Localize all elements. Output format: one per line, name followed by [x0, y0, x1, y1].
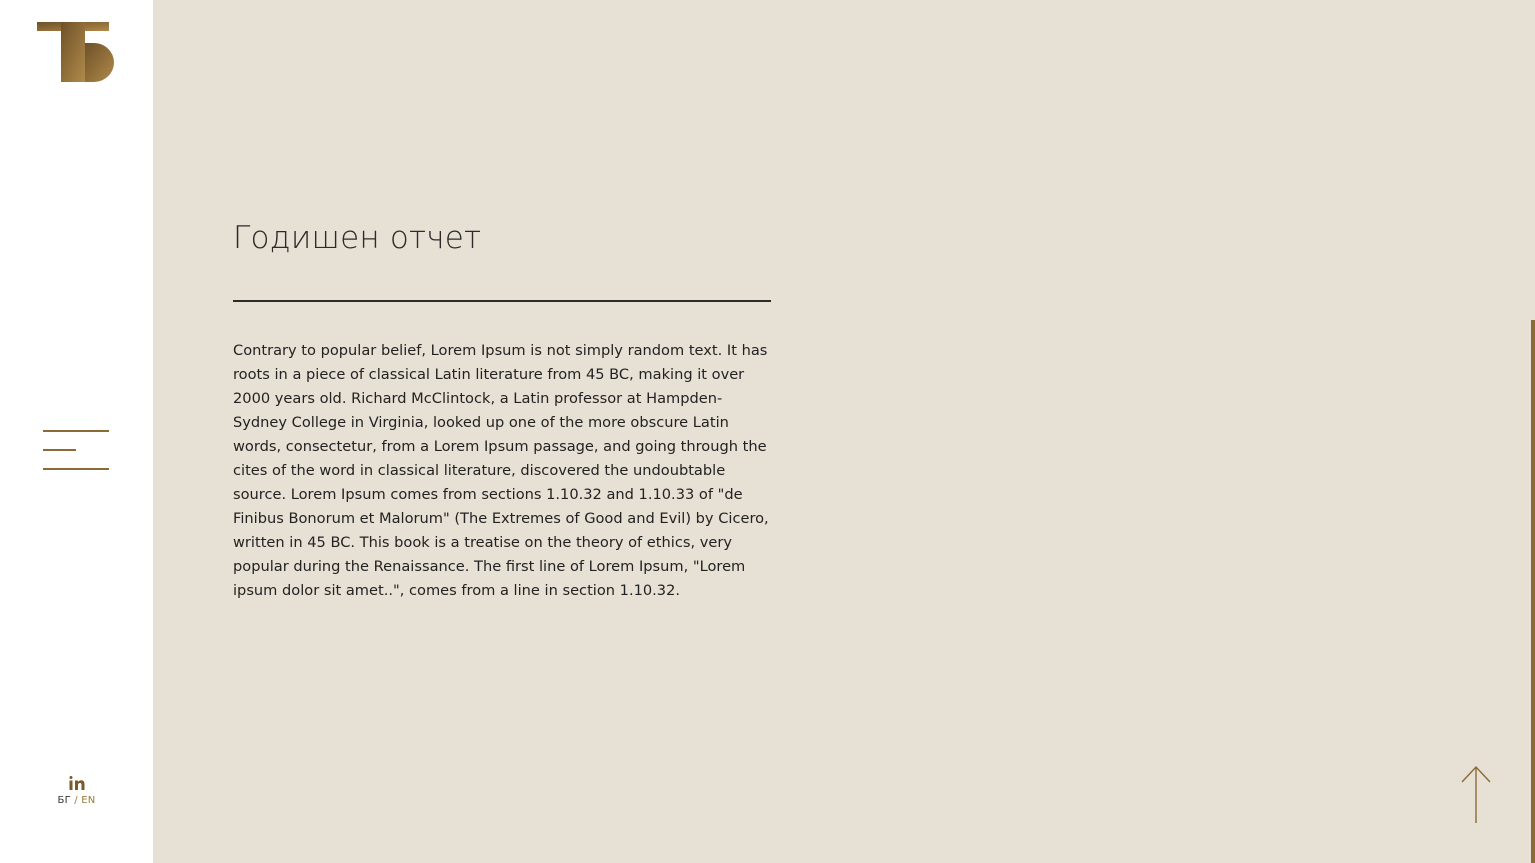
- menu-bar-top: [43, 430, 109, 432]
- arrow-up-icon[interactable]: [1460, 765, 1492, 825]
- language-switcher: БГ / EN: [0, 795, 153, 806]
- lang-en-link[interactable]: EN: [81, 795, 95, 806]
- lang-separator: /: [74, 795, 78, 806]
- scroll-indicator[interactable]: [1531, 320, 1535, 863]
- sidebar: БГ / EN: [0, 0, 153, 863]
- body-paragraph: Contrary to popular belief, Lorem Ipsum …: [233, 342, 769, 599]
- linkedin-icon[interactable]: [69, 776, 85, 790]
- lang-bg-link[interactable]: БГ: [58, 795, 71, 806]
- page-title: Годишен отчет: [233, 220, 482, 256]
- title-divider: [233, 300, 771, 302]
- hamburger-menu-icon[interactable]: [43, 428, 109, 472]
- menu-bar-bottom: [43, 468, 109, 470]
- sidebar-footer: БГ / EN: [0, 775, 153, 806]
- main-content: Годишен отчет Contrary to popular belief…: [153, 0, 1535, 863]
- logo[interactable]: [37, 22, 115, 82]
- menu-bar-middle: [43, 449, 76, 451]
